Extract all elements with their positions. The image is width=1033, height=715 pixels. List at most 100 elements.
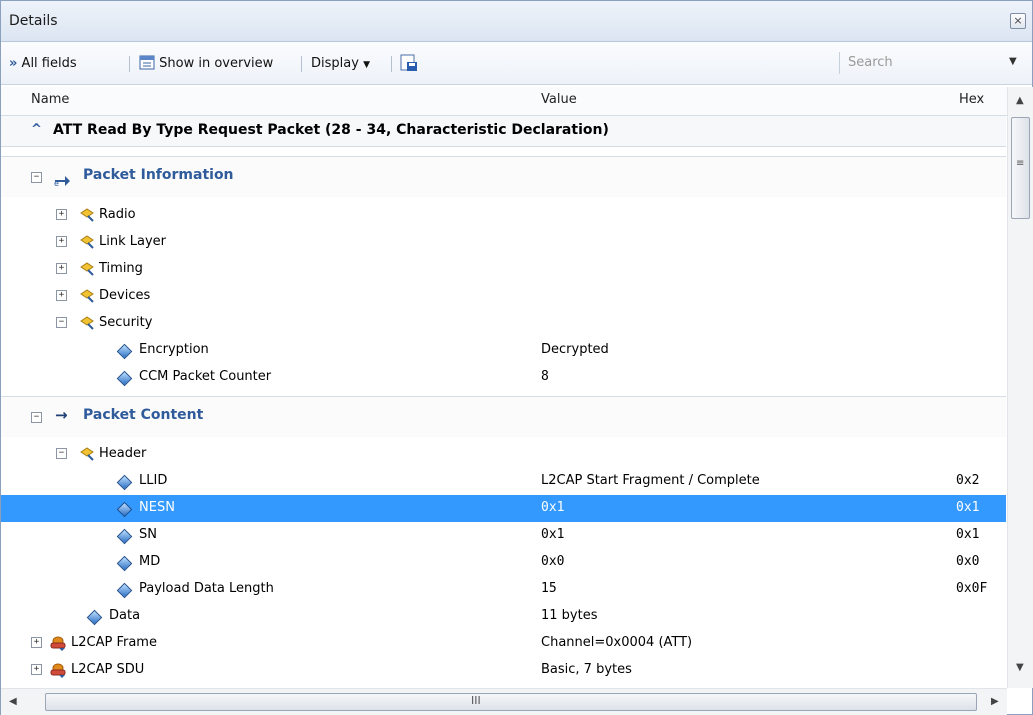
field-name: L2CAP Frame xyxy=(71,635,157,650)
double-chevron-down-icon: » xyxy=(9,56,18,71)
tree-row-link-layer[interactable]: + Link Layer xyxy=(1,229,1006,256)
show-in-overview-button[interactable]: Show in overview xyxy=(139,54,273,74)
horizontal-scroll-thumb[interactable]: III xyxy=(45,693,977,711)
field-name: NESN xyxy=(139,500,175,515)
tree-row-md[interactable]: MD 0x0 0x0 xyxy=(1,549,1006,576)
field-name: Link Layer xyxy=(99,234,166,249)
collapse-icon[interactable]: − xyxy=(31,412,42,423)
expand-icon[interactable]: + xyxy=(56,263,67,274)
expand-icon[interactable]: + xyxy=(31,637,42,648)
tree-row-timing[interactable]: + Timing xyxy=(1,256,1006,283)
tree-row-llid[interactable]: LLID L2CAP Start Fragment / Complete 0x2 xyxy=(1,468,1006,495)
field-name: Timing xyxy=(99,261,143,276)
field-hex: 0x0 xyxy=(956,554,980,569)
toolbar-separator xyxy=(129,56,130,72)
field-icon xyxy=(116,474,133,491)
field-name: Header xyxy=(99,446,147,461)
tree-row-encryption[interactable]: Encryption Decrypted xyxy=(1,337,1006,364)
close-icon: × xyxy=(1013,14,1023,27)
column-name[interactable]: Name xyxy=(31,92,69,107)
arrow-right-icon: → xyxy=(55,406,68,424)
field-group-icon xyxy=(80,208,94,222)
title-bar: Details × xyxy=(1,1,1032,42)
field-name: CCM Packet Counter xyxy=(139,369,272,384)
scroll-left-icon[interactable]: ◀ xyxy=(9,696,17,707)
section-packet-content[interactable]: − → Packet Content xyxy=(1,396,1006,437)
field-name: MD xyxy=(139,554,161,569)
collapse-icon[interactable]: − xyxy=(31,172,42,183)
tree-row-l2cap-frame[interactable]: + L2CAP Frame Channel=0x0004 (ATT) xyxy=(1,630,1006,657)
tree-row-data[interactable]: Data 11 bytes xyxy=(1,603,1006,630)
field-icon xyxy=(116,343,133,360)
tree-row-ccm-packet-counter[interactable]: CCM Packet Counter 8 xyxy=(1,364,1006,391)
collapse-icon[interactable]: − xyxy=(56,448,67,459)
field-value: L2CAP Start Fragment / Complete xyxy=(541,473,760,488)
horizontal-scrollbar[interactable]: ◀ III ▶ xyxy=(1,688,1007,715)
save-icon xyxy=(400,54,417,71)
tree-row-payload-data-length[interactable]: Payload Data Length 15 0x0F xyxy=(1,576,1006,603)
save-button[interactable] xyxy=(400,54,418,74)
field-icon xyxy=(86,609,103,626)
field-name: LLID xyxy=(139,473,168,488)
svg-text:e: e xyxy=(54,179,59,186)
field-name: SN xyxy=(139,527,157,542)
tree-row-devices[interactable]: + Devices xyxy=(1,283,1006,310)
tree-row-nesn[interactable]: NESN 0x1 0x1 xyxy=(1,495,1006,522)
vertical-scroll-thumb[interactable]: ≡ xyxy=(1011,117,1030,219)
tree-row-l2cap-sdu[interactable]: + L2CAP SDU Basic, 7 bytes xyxy=(1,657,1006,684)
field-icon xyxy=(116,501,133,518)
search-input[interactable]: Search xyxy=(839,52,998,74)
display-dropdown[interactable]: Display ▼ xyxy=(311,54,370,74)
scroll-down-icon[interactable]: ▼ xyxy=(1016,662,1024,673)
protocol-layer-icon xyxy=(50,636,66,651)
column-hex[interactable]: Hex xyxy=(959,92,984,107)
field-hex: 0x2 xyxy=(956,473,980,488)
tree-row-header[interactable]: − Header xyxy=(1,441,1006,468)
vertical-scrollbar[interactable]: ▲ ≡ ▼ xyxy=(1007,87,1033,688)
expand-icon[interactable]: + xyxy=(56,290,67,301)
field-value: 8 xyxy=(541,369,549,384)
tree-row-sn[interactable]: SN 0x1 0x1 xyxy=(1,522,1006,549)
column-value[interactable]: Value xyxy=(541,92,577,107)
section-packet-information[interactable]: − e Packet Information xyxy=(1,156,1006,197)
packet-info-icon: e xyxy=(54,176,70,186)
expand-icon[interactable]: + xyxy=(56,209,67,220)
tree-row-security[interactable]: − Security xyxy=(1,310,1006,337)
tree-row-radio[interactable]: + Radio xyxy=(1,202,1006,229)
details-tree: − e Packet Information + Radio + Link La… xyxy=(1,116,1006,686)
field-value: 0x0 xyxy=(541,554,565,569)
field-value: 0x1 xyxy=(541,500,565,515)
field-value: Basic, 7 bytes xyxy=(541,662,632,677)
field-group-icon xyxy=(80,289,94,303)
grip-icon: III xyxy=(471,694,481,707)
details-window: Details × » All fields Show in overview … xyxy=(0,0,1033,715)
window-title: Details xyxy=(9,13,58,29)
collapse-icon[interactable]: − xyxy=(56,317,67,328)
field-group-icon xyxy=(80,235,94,249)
section-title: Packet Information xyxy=(83,167,234,183)
all-fields-button[interactable]: » All fields xyxy=(9,54,77,74)
field-value: Channel=0x0004 (ATT) xyxy=(541,635,693,650)
field-name: Payload Data Length xyxy=(139,581,274,596)
field-value: 15 xyxy=(541,581,557,596)
field-value: 0x1 xyxy=(541,527,565,542)
field-value: 11 bytes xyxy=(541,608,598,623)
field-hex: 0x0F xyxy=(956,581,988,596)
field-hex: 0x1 xyxy=(956,500,980,515)
field-value: Decrypted xyxy=(541,342,609,357)
scroll-right-icon[interactable]: ▶ xyxy=(991,696,999,707)
search-dropdown-icon[interactable]: ▼ xyxy=(1009,56,1017,67)
close-button[interactable]: × xyxy=(1010,13,1026,29)
expand-icon[interactable]: + xyxy=(31,664,42,675)
scroll-up-icon[interactable]: ▲ xyxy=(1016,95,1024,106)
field-name: L2CAP SDU xyxy=(71,662,145,677)
field-name: Security xyxy=(99,315,153,330)
calendar-icon xyxy=(139,55,155,70)
field-name: Devices xyxy=(99,288,151,303)
toolbar-separator xyxy=(391,56,392,72)
field-hex: 0x1 xyxy=(956,527,980,542)
field-name: Radio xyxy=(99,207,136,222)
toolbar-separator xyxy=(301,56,302,72)
expand-icon[interactable]: + xyxy=(56,236,67,247)
display-label: Display xyxy=(311,56,359,71)
